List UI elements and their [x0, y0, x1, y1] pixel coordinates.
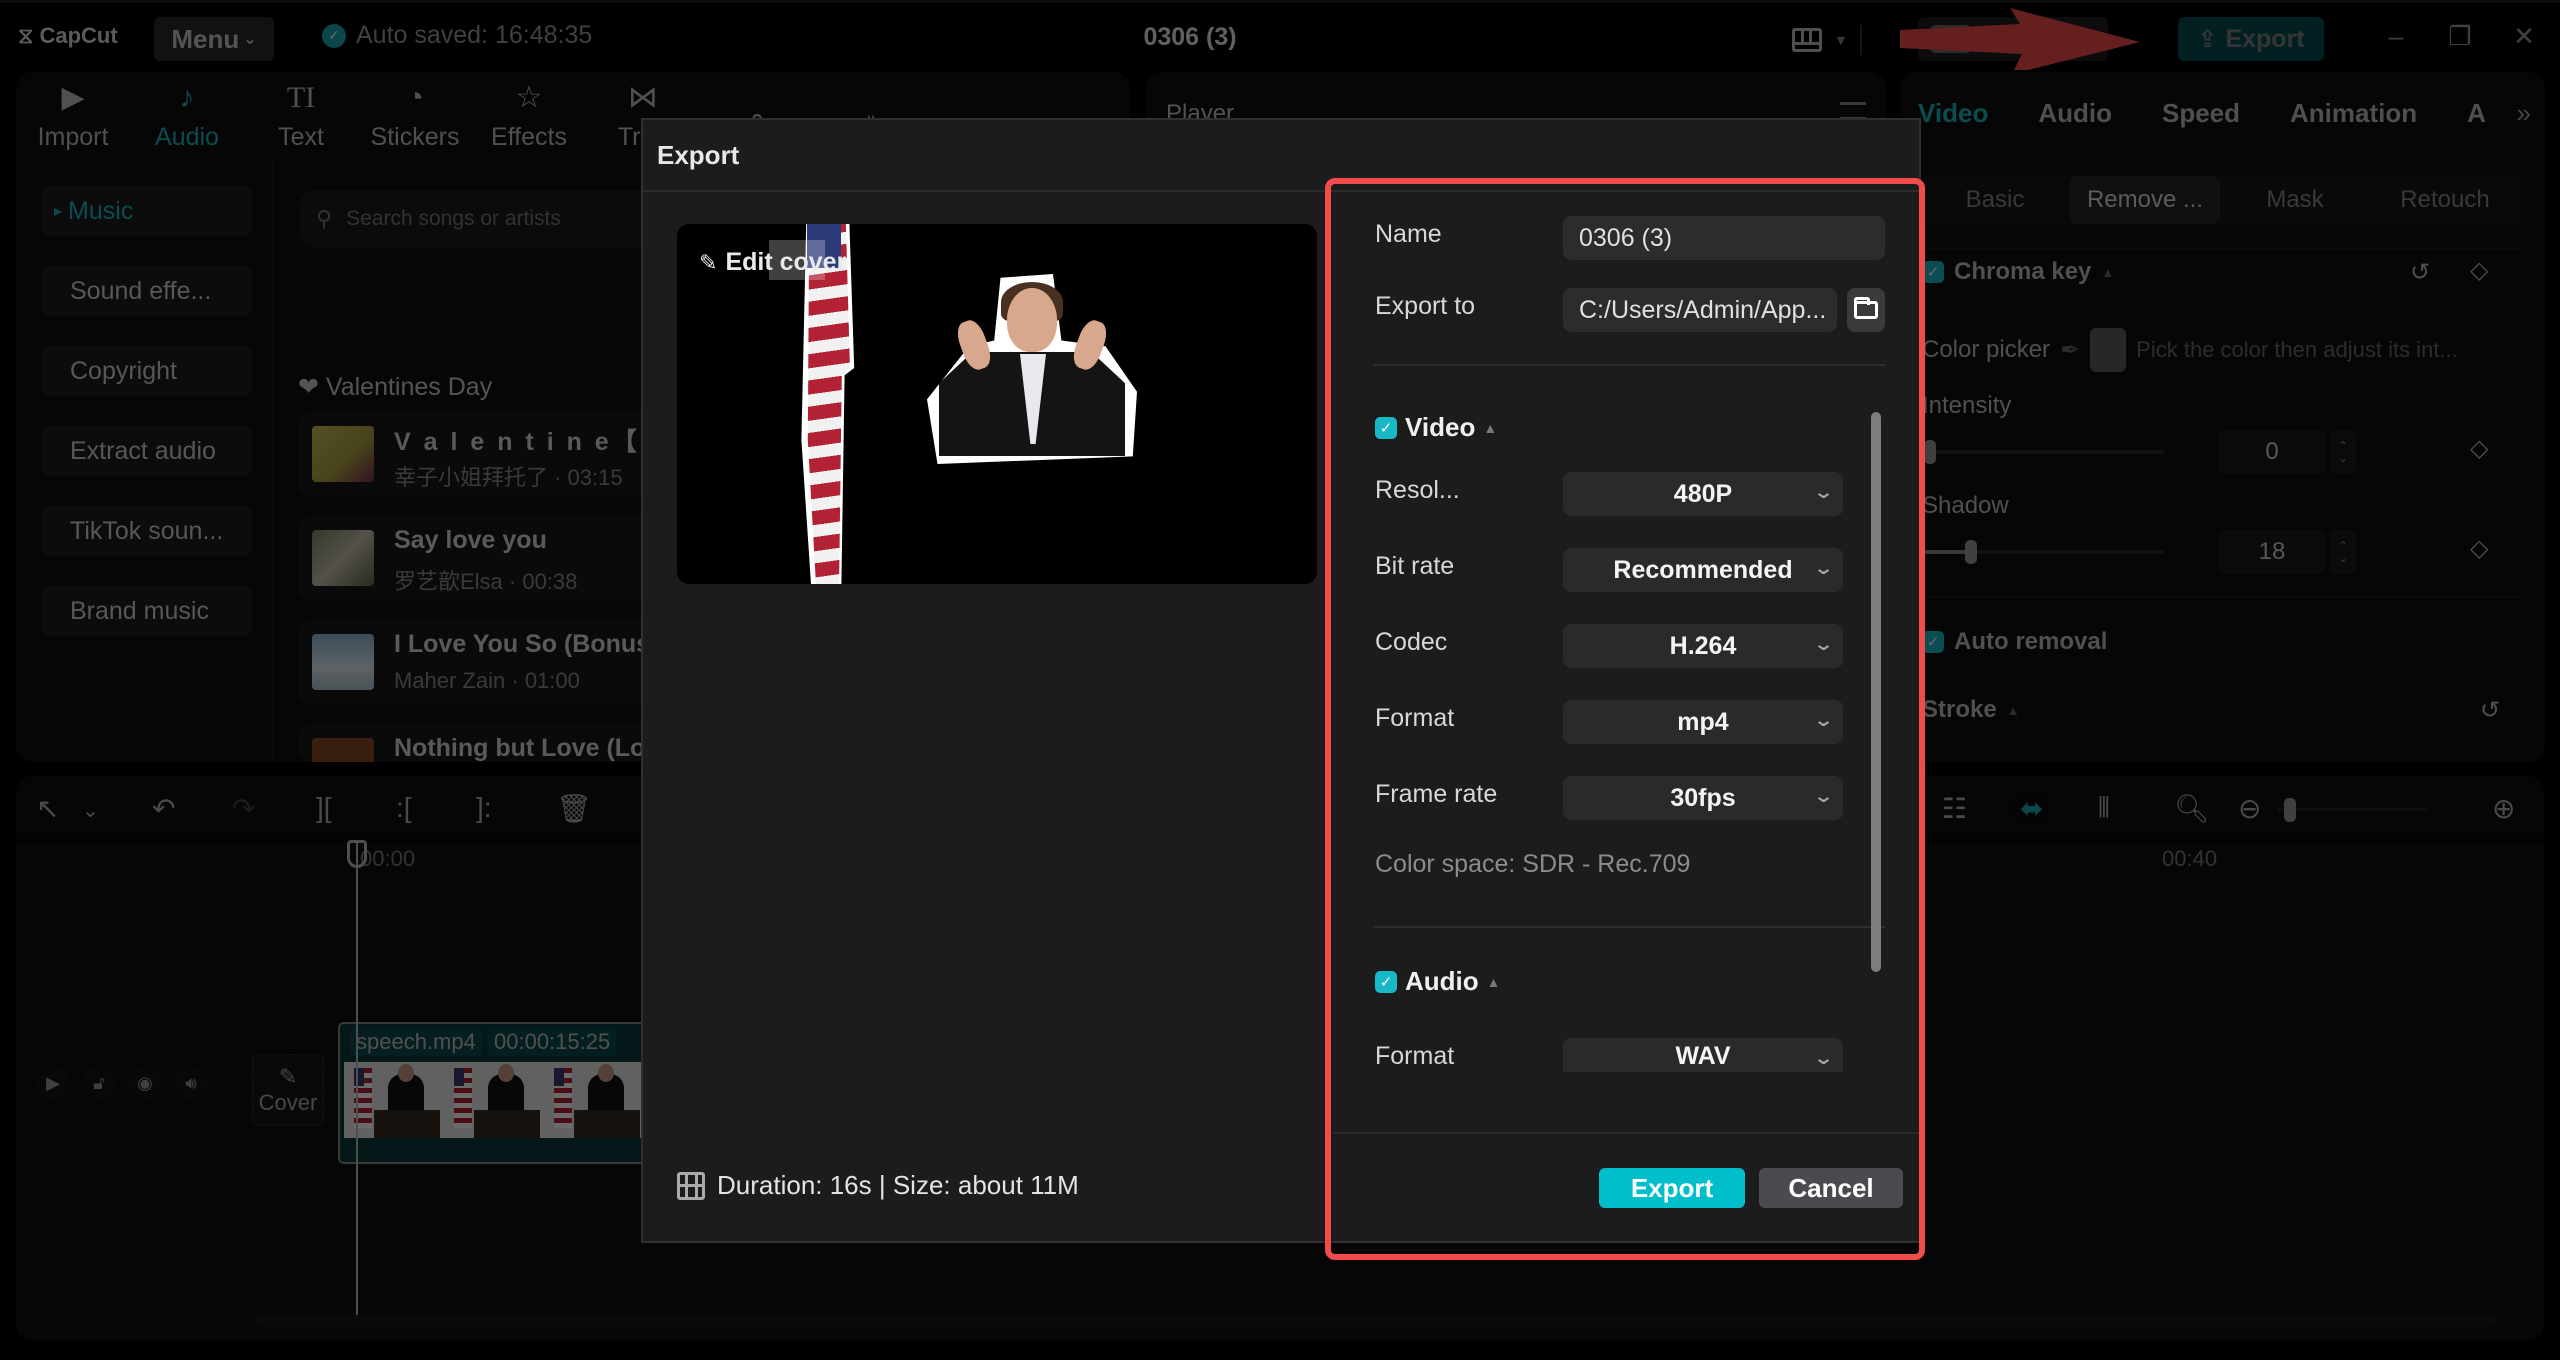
export-to-label: Export to	[1375, 292, 1476, 320]
audio-section-header: ✓ Audio ▲	[1375, 966, 1501, 997]
chevron-down-icon: ⌄	[1812, 710, 1835, 730]
resolution-label: Resol...	[1375, 476, 1460, 504]
export-path-input[interactable]: C:/Users/Admin/App...	[1563, 288, 1837, 332]
chevron-down-icon: ⌄	[1812, 786, 1835, 806]
video-checkbox[interactable]: ✓	[1375, 416, 1397, 439]
speaker-head	[1007, 288, 1057, 352]
cover-preview: ✎ Edit cover	[677, 224, 1317, 584]
bitrate-label: Bit rate	[1375, 552, 1455, 580]
bitrate-select[interactable]: Recommended ⌄	[1563, 548, 1843, 592]
export-dialog: Export ✎ Edit cover Duration: 16s | Size…	[641, 118, 1921, 1243]
export-info: Duration: 16s | Size: about 11M	[677, 1170, 1079, 1201]
chevron-down-icon: ⌄	[1812, 558, 1835, 578]
audio-format-label: Format	[1375, 1042, 1455, 1070]
codec-value: H.264	[1669, 631, 1737, 660]
settings-scrollbar[interactable]	[1871, 412, 1881, 972]
frame-rate-label: Frame rate	[1375, 780, 1498, 808]
video-format-value: mp4	[1677, 707, 1729, 736]
edit-cover-label: Edit cover	[725, 248, 847, 276]
bitrate-value: Recommended	[1613, 555, 1793, 584]
audio-format-select[interactable]: WAV ⌄	[1563, 1038, 1843, 1072]
audio-checkbox[interactable]: ✓	[1375, 970, 1397, 993]
audio-section-label: Audio	[1405, 966, 1479, 996]
divider	[1373, 926, 1885, 928]
codec-select[interactable]: H.264 ⌄	[1563, 624, 1843, 668]
frame-rate-value: 30fps	[1670, 783, 1736, 812]
codec-label: Codec	[1375, 628, 1448, 656]
folder-icon	[1854, 297, 1878, 319]
name-input[interactable]: 0306 (3)	[1563, 216, 1885, 260]
divider	[1333, 1132, 1921, 1134]
video-section-label: Video	[1405, 412, 1476, 442]
resolution-select[interactable]: 480P ⌄	[1563, 472, 1843, 516]
video-format-select[interactable]: mp4 ⌄	[1563, 700, 1843, 744]
dialog-title: Export	[657, 140, 740, 170]
resolution-value: 480P	[1673, 479, 1733, 508]
edit-cover-button[interactable]: ✎ Edit cover	[699, 248, 846, 277]
pencil-icon: ✎	[699, 249, 718, 275]
color-space-note: Color space: SDR - Rec.709	[1375, 850, 1691, 878]
export-info-text: Duration: 16s | Size: about 11M	[717, 1170, 1079, 1200]
chevron-down-icon: ⌄	[1812, 482, 1835, 502]
name-label: Name	[1375, 220, 1442, 248]
format-label: Format	[1375, 704, 1455, 732]
chevron-down-icon: ⌄	[1812, 634, 1835, 654]
chevron-down-icon: ⌄	[1812, 1048, 1835, 1068]
export-button[interactable]: Export	[1599, 1168, 1745, 1208]
video-section-header: ✓ Video ▲	[1375, 412, 1497, 443]
audio-format-value: WAV	[1675, 1042, 1731, 1070]
export-settings: Name 0306 (3) Export to C:/Users/Admin/A…	[1333, 120, 1921, 1242]
frame-rate-select[interactable]: 30fps ⌄	[1563, 776, 1843, 820]
film-icon	[677, 1171, 705, 1200]
browse-folder-button[interactable]	[1847, 288, 1885, 332]
cancel-button[interactable]: Cancel	[1759, 1168, 1903, 1208]
divider	[1373, 364, 1885, 366]
caret-up-icon[interactable]: ▲	[1483, 420, 1497, 436]
caret-up-icon[interactable]: ▲	[1487, 974, 1501, 990]
